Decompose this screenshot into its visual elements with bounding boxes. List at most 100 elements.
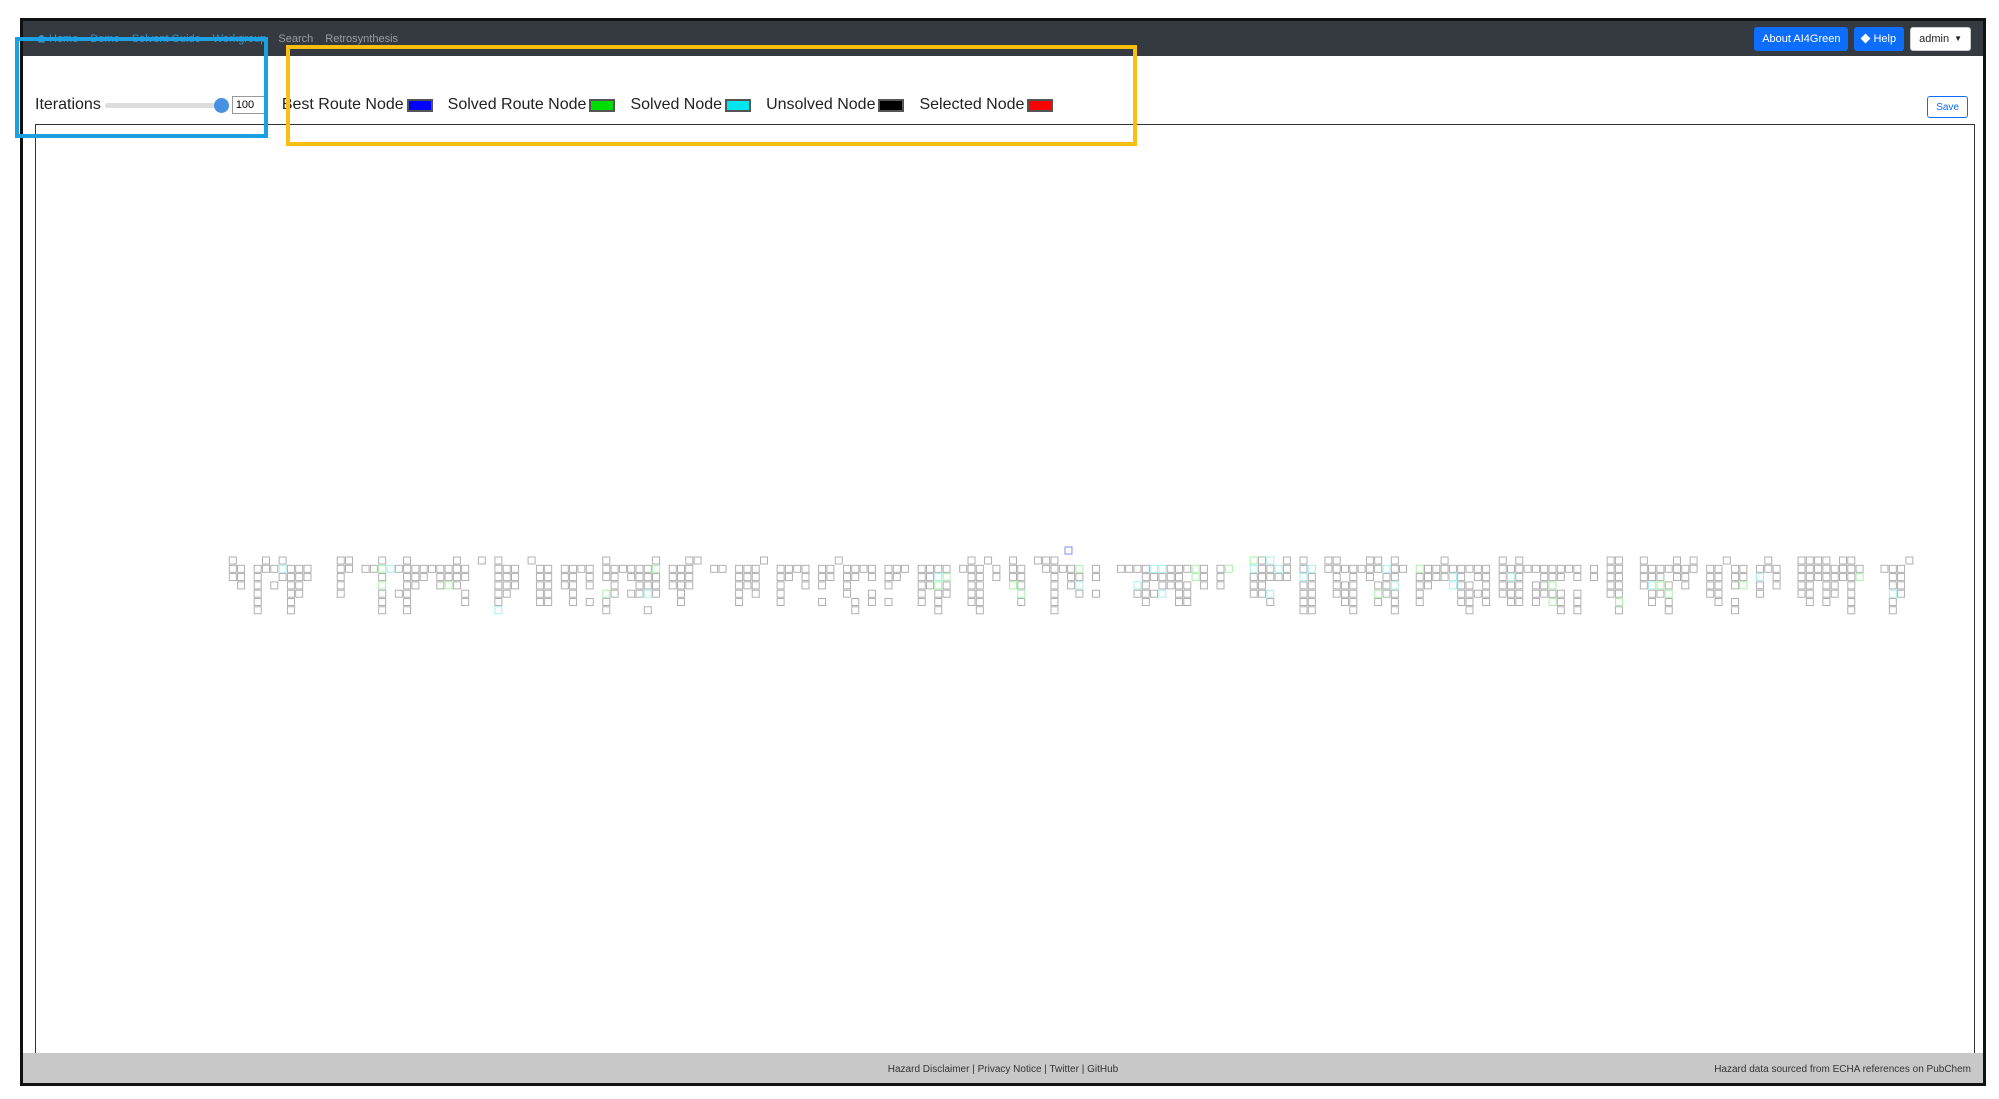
tree-node[interactable] <box>942 589 951 598</box>
tree-node[interactable] <box>403 581 412 590</box>
tree-node[interactable] <box>1133 581 1142 590</box>
tree-node[interactable] <box>884 581 893 590</box>
tree-node[interactable] <box>1050 556 1059 565</box>
tree-node[interactable] <box>735 564 744 573</box>
tree-node[interactable] <box>1166 564 1175 573</box>
tree-node[interactable] <box>1606 573 1615 582</box>
tree-node[interactable] <box>1141 589 1150 598</box>
tree-node[interactable] <box>1424 564 1432 573</box>
tree-node[interactable] <box>1507 573 1515 582</box>
tree-node[interactable] <box>917 598 926 606</box>
tree-node[interactable] <box>1216 573 1225 582</box>
tree-node[interactable] <box>1382 581 1391 590</box>
tree-node[interactable] <box>1847 573 1856 582</box>
tree-node[interactable] <box>1050 581 1059 590</box>
tree-node[interactable] <box>544 598 553 606</box>
tree-node[interactable] <box>1731 573 1740 582</box>
tree-node[interactable] <box>1175 573 1183 582</box>
tree-node[interactable] <box>1839 564 1847 573</box>
nav-search[interactable]: Search <box>278 33 313 45</box>
tree-node[interactable] <box>544 564 553 573</box>
tree-node[interactable] <box>1855 573 1864 582</box>
tree-node[interactable] <box>942 581 951 590</box>
tree-node[interactable] <box>967 581 976 590</box>
tree-node[interactable] <box>1731 606 1740 615</box>
tree-node[interactable] <box>1905 556 1914 565</box>
tree-node[interactable] <box>618 564 627 573</box>
tree-node[interactable] <box>1714 564 1723 573</box>
tree-node[interactable] <box>801 564 810 573</box>
tree-node[interactable] <box>818 564 827 573</box>
tree-node[interactable] <box>1424 581 1432 590</box>
tree-node[interactable] <box>378 606 387 615</box>
tree-node[interactable] <box>1075 581 1084 590</box>
tree-node[interactable] <box>1465 564 1474 573</box>
tree-node[interactable] <box>286 573 295 582</box>
tree-node[interactable] <box>1033 556 1042 565</box>
tree-node[interactable] <box>1656 589 1665 598</box>
tree-node[interactable] <box>444 573 453 582</box>
tree-node[interactable] <box>926 564 934 573</box>
tree-node[interactable] <box>818 598 827 606</box>
tree-node[interactable] <box>784 573 793 582</box>
tree-node[interactable] <box>1390 556 1399 565</box>
tree-node[interactable] <box>1764 564 1773 573</box>
tree-node[interactable] <box>228 573 237 582</box>
tree-node[interactable] <box>502 573 511 582</box>
tree-node[interactable] <box>1548 598 1557 606</box>
tree-node[interactable] <box>751 573 760 582</box>
tree-node[interactable] <box>735 589 744 598</box>
tree-node[interactable] <box>627 564 636 573</box>
tree-node[interactable] <box>1092 573 1100 582</box>
tree-node[interactable] <box>1556 564 1565 573</box>
tree-node[interactable] <box>1714 581 1723 590</box>
tree-node[interactable] <box>1374 581 1383 590</box>
tree-node[interactable] <box>1199 573 1208 582</box>
tree-node[interactable] <box>1706 581 1715 590</box>
tree-node[interactable] <box>1515 598 1524 606</box>
tree-node[interactable] <box>1349 573 1358 582</box>
tree-node[interactable] <box>378 573 387 582</box>
tree-node[interactable] <box>527 556 536 565</box>
tree-node[interactable] <box>602 573 611 582</box>
tree-node[interactable] <box>1805 556 1814 565</box>
tree-node[interactable] <box>1764 556 1773 565</box>
tree-node[interactable] <box>627 573 636 582</box>
tree-node[interactable] <box>1050 564 1059 573</box>
tree-node[interactable] <box>1009 581 1017 590</box>
tree-node[interactable] <box>801 581 810 590</box>
tree-node[interactable] <box>1507 564 1515 573</box>
tree-node[interactable] <box>959 564 968 573</box>
tree-node[interactable] <box>1266 573 1275 582</box>
tree-node[interactable] <box>295 581 304 590</box>
tree-node[interactable] <box>1664 564 1673 573</box>
tree-node[interactable] <box>1183 564 1192 573</box>
tree-node[interactable] <box>1382 573 1391 582</box>
tree-node[interactable] <box>1714 589 1723 598</box>
tree-node[interactable] <box>751 581 760 590</box>
tree-node[interactable] <box>535 564 544 573</box>
tree-node[interactable] <box>452 564 461 573</box>
tree-node[interactable] <box>569 589 578 598</box>
tree-node[interactable] <box>677 573 685 582</box>
tree-node[interactable] <box>1531 589 1540 598</box>
tree-node[interactable] <box>444 564 453 573</box>
tree-node[interactable] <box>237 564 246 573</box>
tree-node[interactable] <box>1374 589 1383 598</box>
tree-node[interactable] <box>677 589 685 598</box>
tree-node[interactable] <box>535 598 544 606</box>
tree-node[interactable] <box>942 573 951 582</box>
tree-node[interactable] <box>1183 581 1192 590</box>
tree-node[interactable] <box>851 564 860 573</box>
tree-node[interactable] <box>1664 598 1673 606</box>
tree-node[interactable] <box>818 581 827 590</box>
tree-node[interactable] <box>1482 589 1491 598</box>
tree-node[interactable] <box>1307 573 1316 582</box>
tree-node[interactable] <box>253 581 262 590</box>
tree-node[interactable] <box>1888 589 1897 598</box>
tree-node[interactable] <box>1540 564 1549 573</box>
tree-node[interactable] <box>1365 556 1374 565</box>
tree-node[interactable] <box>818 573 827 582</box>
tree-node[interactable] <box>228 556 237 565</box>
tree-node[interactable] <box>1399 564 1408 573</box>
